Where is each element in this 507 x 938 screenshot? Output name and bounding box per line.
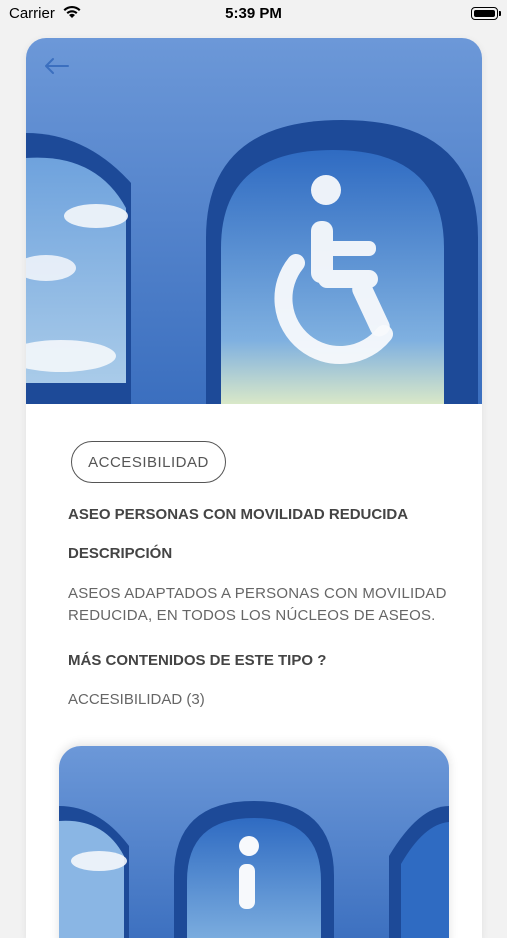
category-tag[interactable]: ACCESIBILIDAD xyxy=(71,441,226,483)
battery-icon xyxy=(471,7,501,20)
page-title: ASEO PERSONAS CON MOVILIDAD REDUCIDA xyxy=(68,506,409,523)
more-content-link[interactable]: ACCESIBILIDAD (3) xyxy=(68,691,205,708)
status-bar: Carrier 5:39 PM xyxy=(0,0,507,30)
clock: 5:39 PM xyxy=(225,5,282,22)
more-content-heading: MÁS CONTENIDOS DE ESTE TIPO ? xyxy=(68,652,327,669)
description-text: ASEOS ADAPTADOS A PERSONAS CON MOVILIDAD… xyxy=(68,585,447,624)
detail-card: ACCESIBILIDAD ASEO PERSONAS CON MOVILIDA… xyxy=(26,38,482,938)
back-button[interactable] xyxy=(42,56,70,76)
arrow-left-icon xyxy=(45,58,69,74)
hero-image xyxy=(26,38,482,404)
related-content-card[interactable] xyxy=(59,746,449,938)
description-heading: DESCRIPCIÓN xyxy=(68,545,173,562)
